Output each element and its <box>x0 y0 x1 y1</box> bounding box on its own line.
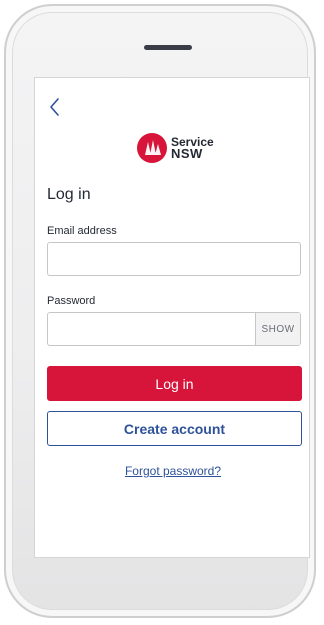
show-password-button[interactable]: SHOW <box>255 313 300 345</box>
phone-speaker <box>144 45 192 50</box>
logo-wordmark: Service NSW <box>171 136 214 160</box>
back-button[interactable] <box>46 95 64 119</box>
page-title: Log in <box>47 186 91 203</box>
waratah-icon <box>137 133 167 163</box>
email-field[interactable] <box>48 243 300 275</box>
phone-frame: Service NSW Log in Email address Passwor… <box>4 4 316 618</box>
password-input-area <box>48 313 256 345</box>
email-label: Email address <box>47 225 117 237</box>
password-label: Password <box>47 295 96 307</box>
login-button[interactable]: Log in <box>47 366 302 401</box>
email-field-wrapper <box>47 242 301 276</box>
password-field[interactable] <box>48 313 256 345</box>
logo-wordmark-line2: NSW <box>171 146 203 161</box>
password-field-wrapper: SHOW <box>47 312 301 346</box>
service-nsw-logo: Service NSW <box>137 130 214 166</box>
app-screen: Service NSW Log in Email address Passwor… <box>34 77 310 558</box>
chevron-left-icon <box>50 98 59 116</box>
create-account-button[interactable]: Create account <box>47 411 302 446</box>
forgot-password-link[interactable]: Forgot password? <box>35 464 311 478</box>
